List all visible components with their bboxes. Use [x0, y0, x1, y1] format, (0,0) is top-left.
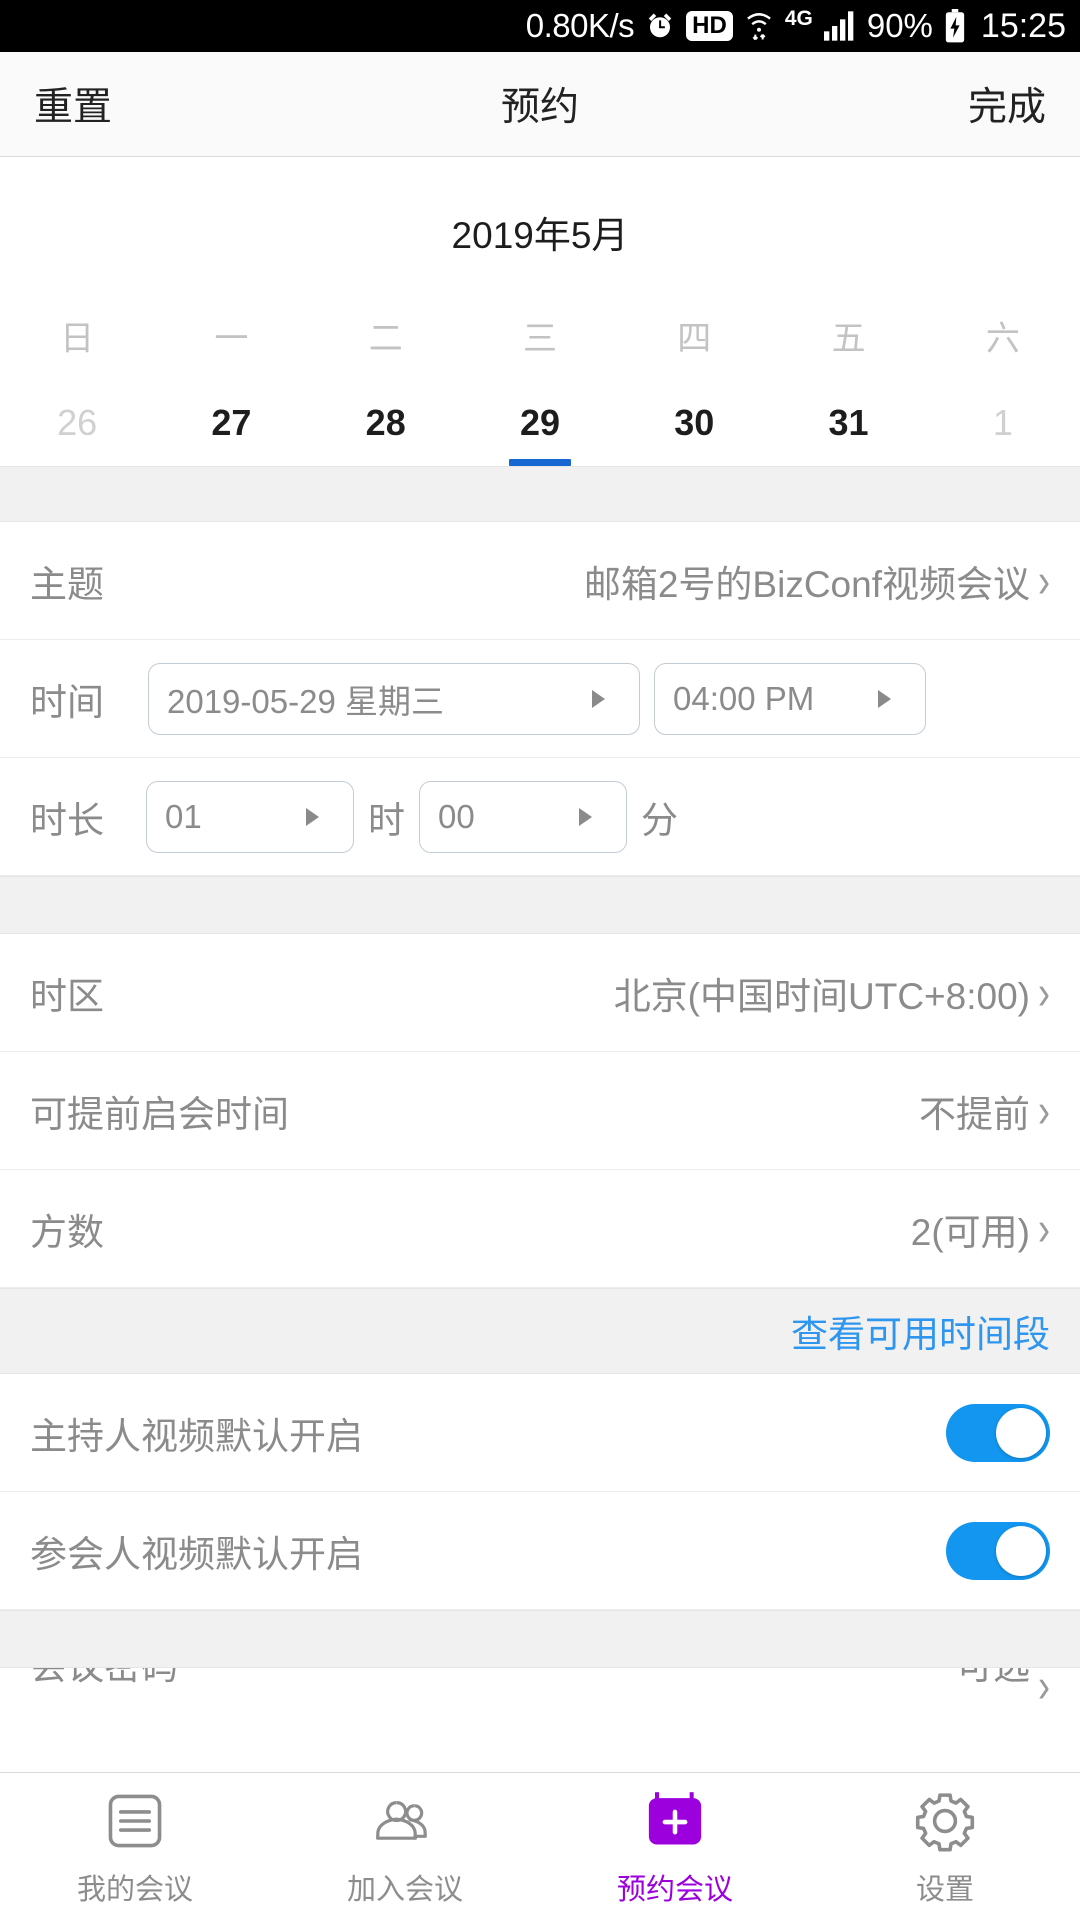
network-speed: 0.80K/s: [525, 7, 635, 44]
section-divider: [0, 1610, 1080, 1668]
weekday-sat: 六: [985, 320, 1020, 358]
weekday-thu: 四: [677, 320, 712, 358]
status-bar: 0.80K/s HD 4G 90% 15:25: [0, 0, 1080, 52]
start-time-select[interactable]: 04:00 PM: [654, 662, 926, 735]
weekday-sun: 日: [60, 320, 95, 358]
wifi-icon: [744, 10, 774, 42]
party-count-label: 方数: [30, 1211, 104, 1253]
meeting-password-value: 可选: [956, 1668, 1030, 1690]
early-start-label: 可提前启会时间: [30, 1093, 289, 1135]
network-type: 4G: [784, 7, 813, 30]
toggle-knob: [996, 1525, 1046, 1576]
topic-value: 邮箱2号的BizConf视频会议: [583, 563, 1030, 605]
calendar-day[interactable]: 26: [0, 402, 154, 466]
weekday-wed: 三: [522, 320, 557, 358]
app-root: 0.80K/s HD 4G 90% 15:25 重置 预约 完成 2019年5月…: [0, 0, 1080, 1920]
tab-join-meeting[interactable]: 加入会议: [270, 1773, 540, 1920]
duration-row: 时长 01 时 00 分: [0, 758, 1080, 876]
chevron-right-icon: ›: [1038, 552, 1050, 608]
chevron-right-icon: ›: [1038, 1668, 1050, 1710]
calendar-month-title: 2019年5月: [451, 215, 629, 256]
host-video-row: 主持人视频默认开启: [0, 1374, 1080, 1492]
start-time-value: 04:00 PM: [673, 679, 815, 717]
caret-right-icon: [306, 807, 337, 826]
weekday-fri: 五: [831, 320, 866, 358]
calendar-day[interactable]: 30: [617, 402, 771, 466]
toggle-knob: [996, 1407, 1046, 1458]
calendar-day[interactable]: 1: [926, 402, 1080, 466]
weekday-tue: 二: [368, 320, 403, 358]
calendar-day[interactable]: 31: [771, 402, 925, 466]
topic-row[interactable]: 主题 邮箱2号的BizConf视频会议 ›: [0, 522, 1080, 640]
battery-percent: 90%: [866, 7, 933, 44]
duration-minutes-select[interactable]: 00: [419, 780, 627, 853]
meeting-password-row[interactable]: 会议密码 可选 ›: [0, 1668, 1080, 1710]
duration-minutes-value: 00: [438, 797, 475, 835]
duration-label: 时长: [30, 799, 104, 841]
hd-badge: HD: [686, 10, 733, 42]
alarm-icon: [645, 11, 675, 41]
chevron-right-icon: ›: [1038, 1200, 1050, 1256]
caret-right-icon: [592, 689, 623, 708]
date-select[interactable]: 2019-05-29 星期三: [148, 662, 640, 735]
tab-label: 预约会议: [616, 1873, 733, 1906]
party-count-value: 2(可用): [910, 1211, 1030, 1253]
battery-charging-icon: [944, 9, 966, 43]
timezone-label: 时区: [30, 975, 104, 1017]
timezone-value: 北京(中国时间UTC+8:00): [613, 975, 1030, 1017]
available-slots-strip: 查看可用时间段: [0, 1288, 1080, 1374]
tab-label: 设置: [915, 1873, 974, 1906]
time-row: 时间 2019-05-29 星期三 04:00 PM: [0, 640, 1080, 758]
tab-schedule-meeting[interactable]: 预约会议: [540, 1773, 810, 1920]
time-label: 时间: [30, 681, 104, 723]
date-value: 2019-05-29 星期三: [167, 682, 444, 720]
meeting-password-label: 会议密码: [30, 1668, 178, 1690]
tab-settings[interactable]: 设置: [810, 1773, 1080, 1920]
host-video-label: 主持人视频默认开启: [30, 1415, 363, 1457]
party-count-row[interactable]: 方数 2(可用) ›: [0, 1170, 1080, 1288]
early-start-row[interactable]: 可提前启会时间 不提前 ›: [0, 1052, 1080, 1170]
bottom-tab-bar: 我的会议 加入会议 预约会议 设置: [0, 1772, 1080, 1920]
view-available-slots-link[interactable]: 查看可用时间段: [791, 1304, 1050, 1358]
section-divider: [0, 466, 1080, 522]
signal-bars-icon: [823, 11, 856, 41]
nav-bar: 重置 预约 完成: [0, 52, 1080, 157]
timezone-row[interactable]: 时区 北京(中国时间UTC+8:00) ›: [0, 934, 1080, 1052]
caret-right-icon: [579, 807, 610, 826]
duration-hours-value: 01: [165, 797, 202, 835]
calendar-weekday-header: 日 一 二 三 四 五 六: [0, 311, 1080, 360]
calendar-day-row: 26 27 28 29 30 31 1: [0, 402, 1080, 466]
calendar-day[interactable]: 28: [309, 402, 463, 466]
reset-button[interactable]: 重置: [34, 76, 112, 132]
people-icon: [370, 1786, 440, 1856]
tab-label: 加入会议: [346, 1873, 463, 1906]
calendar-strip: 2019年5月 日 一 二 三 四 五 六 26 27 28 29 30 31 …: [0, 157, 1080, 466]
calendar-day[interactable]: 27: [154, 402, 308, 466]
early-start-value: 不提前: [919, 1093, 1030, 1135]
status-clock: 15:25: [980, 6, 1066, 45]
list-icon: [100, 1786, 170, 1856]
participant-video-toggle[interactable]: [946, 1521, 1050, 1580]
tab-label: 我的会议: [76, 1873, 193, 1906]
chevron-right-icon: ›: [1038, 964, 1050, 1020]
weekday-mon: 一: [214, 320, 249, 358]
gear-icon: [910, 1786, 980, 1856]
duration-hours-select[interactable]: 01: [146, 780, 354, 853]
done-button[interactable]: 完成: [968, 76, 1046, 132]
calendar-plus-icon: [640, 1786, 710, 1856]
content-scroller[interactable]: 2019年5月 日 一 二 三 四 五 六 26 27 28 29 30 31 …: [0, 157, 1080, 1772]
tab-my-meetings[interactable]: 我的会议: [0, 1773, 270, 1920]
topic-label: 主题: [30, 563, 104, 605]
minutes-unit-label: 分: [641, 799, 678, 841]
caret-right-icon: [878, 689, 909, 708]
page-title: 预约: [500, 86, 579, 129]
host-video-toggle[interactable]: [946, 1403, 1050, 1462]
section-divider: [0, 876, 1080, 934]
chevron-right-icon: ›: [1038, 1082, 1050, 1138]
participant-video-row: 参会人视频默认开启: [0, 1492, 1080, 1610]
calendar-day-selected[interactable]: 29: [463, 402, 617, 466]
participant-video-label: 参会人视频默认开启: [30, 1533, 363, 1575]
hours-unit-label: 时: [368, 799, 405, 841]
